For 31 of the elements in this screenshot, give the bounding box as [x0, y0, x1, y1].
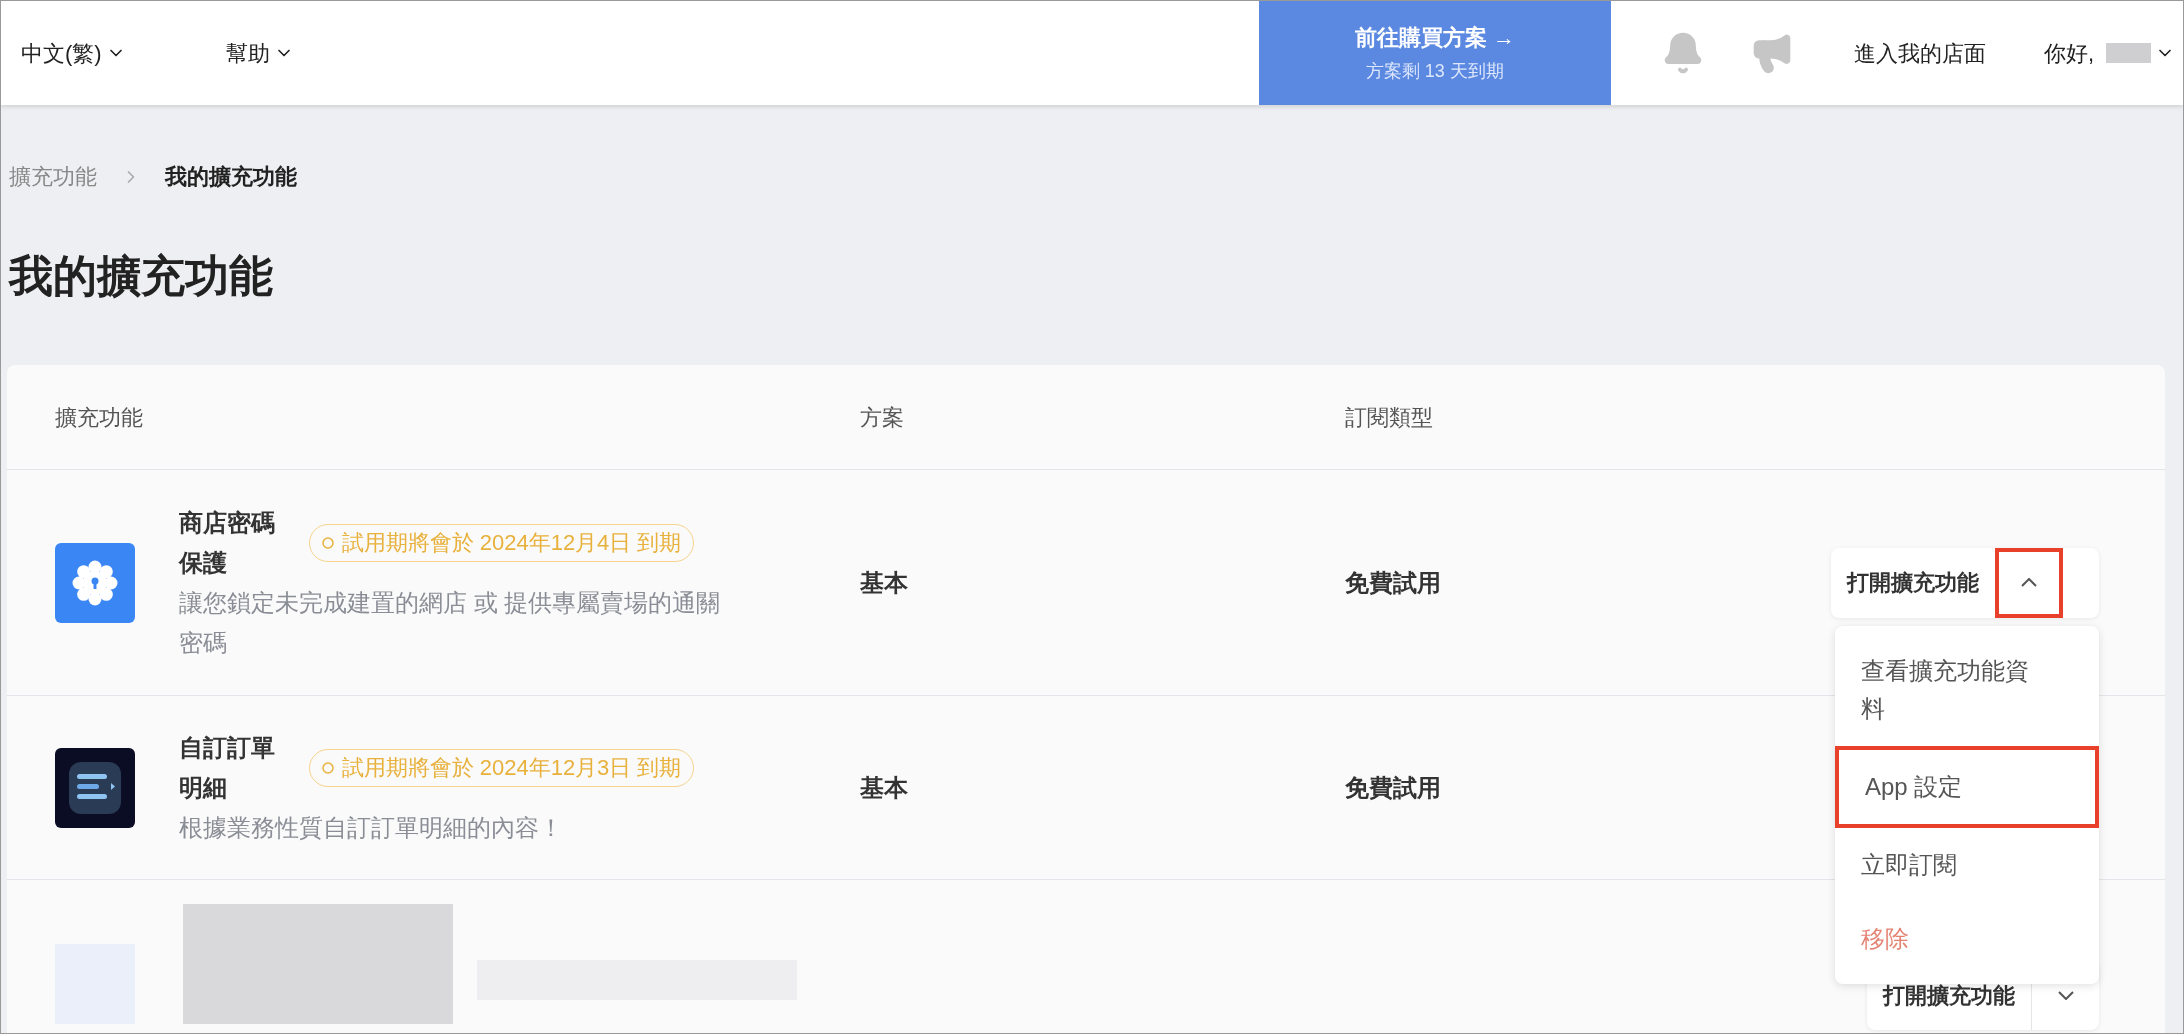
trial-expiry-text: 試用期將會於 2024年12月3日 到期: [341, 753, 682, 782]
open-extension-button[interactable]: 打開擴充功能: [1831, 547, 1995, 618]
redacted-username: [2106, 43, 2151, 63]
extension-name: 商店密碼保護: [179, 507, 276, 578]
chevron-down-icon: [2057, 990, 2074, 1000]
column-header: 方案: [860, 403, 905, 432]
storefront-link[interactable]: 進入我的店面: [1853, 36, 1986, 70]
plan-cell-text: 基本: [860, 567, 909, 598]
menu-item[interactable]: App 設定: [1835, 745, 2099, 828]
extension-description: 根據業務性質自訂訂單明細的內容！: [179, 812, 564, 843]
circle-icon: [321, 536, 334, 549]
column-header: 擴充功能: [55, 403, 144, 432]
asterisk-app-icon: [55, 542, 135, 623]
extension-description: 讓您鎖定未完成建置的網店 或 提供專屬賣場的通關密碼: [179, 587, 722, 658]
menu-item[interactable]: 立即訂閱: [1835, 827, 2099, 902]
breadcrumb-item: 我的擴充功能: [165, 163, 297, 191]
page-title: 我的擴充功能: [9, 250, 274, 302]
menu-item[interactable]: 查看擴充功能資料: [1835, 633, 2099, 746]
trial-expiry-text: 試用期將會於 2024年12月4日 到期: [341, 528, 682, 557]
chevron-up-icon: [2021, 578, 2037, 587]
subscription-type-cell-text: 免費試用: [1345, 567, 1442, 598]
column-header: 訂閱類型: [1345, 403, 1434, 432]
list-app-icon: [55, 747, 135, 828]
dropdown-toggle-button[interactable]: [1995, 547, 2063, 618]
plan-cell-text: 基本: [860, 772, 909, 803]
language-menu[interactable]: 中文(繁): [21, 36, 126, 70]
account-menu[interactable]: 你好,: [2043, 36, 2175, 70]
subscription-type-cell-text: 免費試用: [1345, 772, 1442, 803]
help-menu[interactable]: 幫助: [225, 36, 294, 70]
extension-name: 自訂訂單明細: [179, 732, 276, 803]
circle-icon: [321, 761, 334, 774]
